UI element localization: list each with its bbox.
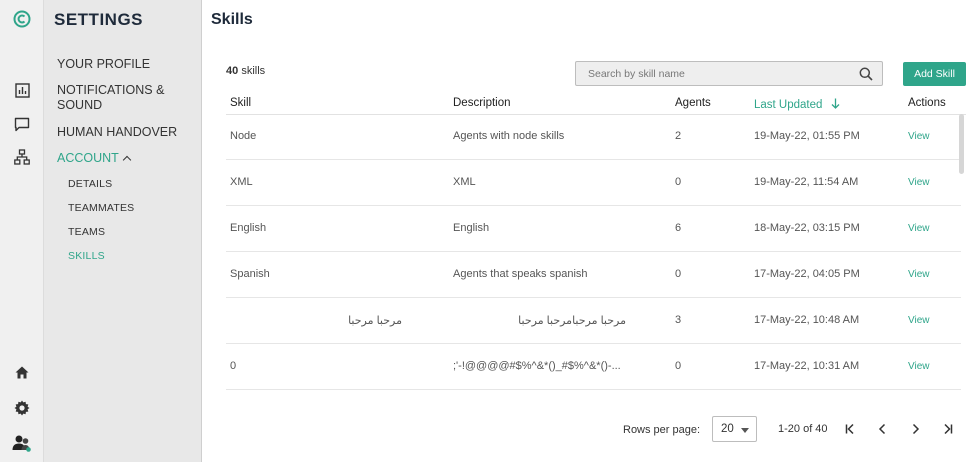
column-header-description[interactable]: Description: [453, 97, 511, 109]
cell-agents: 2: [675, 130, 682, 142]
first-page-button[interactable]: [842, 421, 858, 437]
cell-agents: 0: [675, 268, 682, 280]
chevron-left-icon: [878, 423, 886, 435]
skills-count: 40 skills: [226, 65, 265, 77]
rows-per-page-label: Rows per page:: [623, 424, 701, 436]
cell-agents: 0: [675, 176, 682, 188]
cell-description: مرحبا مرحبامرحبا مرحبا: [518, 315, 626, 327]
cell-description: English: [453, 222, 490, 234]
column-header-agents[interactable]: Agents: [675, 97, 711, 109]
rows-per-page-select[interactable]: 20: [712, 416, 757, 442]
sidebar-item-account[interactable]: ACCOUNT: [57, 151, 197, 166]
gear-icon[interactable]: [12, 398, 32, 418]
cell-last-updated: 19-May-22, 11:54 AM: [754, 176, 859, 188]
column-header-skill[interactable]: Skill: [230, 97, 251, 109]
cell-agents: 3: [675, 314, 682, 326]
skills-count-label: skills: [241, 65, 266, 77]
main-content: Skills 40 skills Add Skill Skill Descrip…: [202, 0, 975, 462]
cell-description: Agents with node skills: [453, 130, 565, 142]
last-page-icon: [944, 423, 953, 435]
search-box: [575, 61, 883, 86]
cell-last-updated: 17-May-22, 04:05 PM: [754, 268, 860, 280]
column-header-actions: Actions: [908, 97, 946, 109]
cell-last-updated: 17-May-22, 10:31 AM: [754, 360, 860, 372]
sidebar-item-account-label: ACCOUNT: [57, 151, 119, 165]
pagination-range: 1-20 of 40: [778, 423, 828, 435]
sidebar-subitem-teams[interactable]: TEAMS: [68, 226, 105, 238]
settings-sidebar: SETTINGS YOUR PROFILE NOTIFICATIONS & SO…: [44, 0, 202, 462]
first-page-icon: [845, 423, 854, 435]
table-header: Skill Description Agents Last Updated Ac…: [226, 95, 966, 115]
cell-skill: مرحبا مرحبا: [348, 315, 402, 327]
last-page-button[interactable]: [940, 421, 956, 437]
chat-icon[interactable]: [12, 114, 32, 134]
cell-agents: 6: [675, 222, 682, 234]
previous-page-button[interactable]: [875, 421, 891, 437]
view-link[interactable]: View: [908, 131, 930, 142]
sort-arrow-down-icon: [831, 98, 840, 109]
column-header-last-updated-label: Last Updated: [754, 99, 823, 111]
sidebar-item-notifications[interactable]: NOTIFICATIONS & SOUND: [57, 83, 177, 113]
user-avatar-icon[interactable]: [12, 433, 32, 453]
next-page-button[interactable]: [907, 421, 923, 437]
sidebar-subitem-teammates[interactable]: TEAMMATES: [68, 202, 134, 214]
cell-last-updated: 18-May-22, 03:15 PM: [754, 222, 860, 234]
table-scrollbar[interactable]: [959, 114, 964, 174]
cell-description: XML: [453, 176, 476, 188]
sidebar-item-human-handover[interactable]: HUMAN HANDOVER: [57, 125, 197, 140]
table-row: Node Agents with node skills 2 19-May-22, 0…: [226, 114, 961, 160]
table-row: XML XML 0 19-May-22, 11:54 AM View: [226, 160, 961, 206]
app: SETTINGS YOUR PROFILE NOTIFICATIONS & SO…: [0, 0, 975, 462]
search-icon[interactable]: [859, 67, 873, 81]
cell-skill: English: [230, 222, 267, 234]
table-row: Spanish Agents that speaks spanish 0 17-May…: [226, 252, 961, 298]
cell-skill: Spanish: [230, 268, 270, 280]
view-link[interactable]: View: [908, 315, 930, 326]
view-link[interactable]: View: [908, 269, 930, 280]
caret-down-icon: [741, 428, 749, 433]
sidebar-item-your-profile[interactable]: YOUR PROFILE: [57, 57, 197, 72]
rows-per-page-value: 20: [721, 423, 734, 435]
logo-icon[interactable]: [12, 9, 32, 29]
cell-last-updated: 19-May-22, 01:55 PM: [754, 130, 860, 142]
cell-description: Agents that speaks spanish: [453, 268, 588, 280]
view-link[interactable]: View: [908, 177, 930, 188]
cell-skill: 0: [230, 360, 237, 372]
chevron-right-icon: [912, 423, 920, 435]
analytics-icon[interactable]: [12, 80, 32, 100]
cell-agents: 0: [675, 360, 682, 372]
icon-rail: [0, 0, 44, 462]
cell-skill: XML: [230, 176, 253, 188]
org-chart-icon[interactable]: [12, 147, 32, 167]
table-row: 0 ;'-!@@@@#$%^&*()_#$%^&*()-... 0 17-May-22…: [226, 344, 961, 390]
sidebar-subitem-skills[interactable]: SKILLS: [68, 250, 105, 262]
sidebar-subitem-details[interactable]: DETAILS: [68, 178, 112, 190]
cell-description: ;'-!@@@@#$%^&*()_#$%^&*()-...: [453, 360, 621, 372]
chevron-up-icon: [122, 155, 132, 165]
sidebar-title: SETTINGS: [54, 10, 144, 29]
view-link[interactable]: View: [908, 223, 930, 234]
cell-last-updated: 17-May-22, 10:48 AM: [754, 314, 860, 326]
skills-count-number: 40: [226, 65, 239, 77]
add-skill-button[interactable]: Add Skill: [903, 62, 966, 86]
page-title: Skills: [211, 11, 253, 28]
table-row: مرحبا مرحبا مرحبا مرحبامرحبا مرحبا 3 17-May…: [226, 298, 961, 344]
home-icon[interactable]: [12, 362, 32, 382]
cell-skill: Node: [230, 130, 257, 142]
view-link[interactable]: View: [908, 361, 930, 372]
column-header-last-updated[interactable]: Last Updated: [754, 97, 840, 111]
search-input[interactable]: [576, 62, 846, 85]
table-row: English English 6 18-May-22, 03:15 PM View: [226, 206, 961, 252]
